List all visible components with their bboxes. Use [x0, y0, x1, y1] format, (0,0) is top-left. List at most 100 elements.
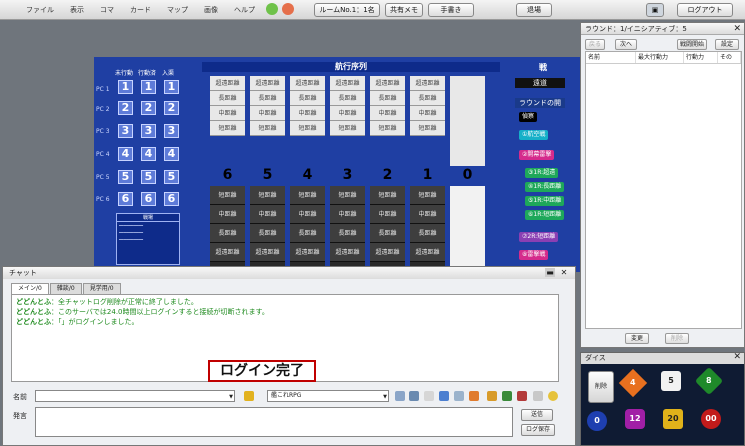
delete-row-button[interactable]: 削除 [665, 333, 689, 344]
sound-icon[interactable] [454, 391, 464, 401]
range-column-dark: 短距離 中距離 長距離 超遠距離 [250, 186, 285, 270]
chat-titlebar[interactable]: チャット ▬ ✕ [3, 267, 575, 279]
tab-main[interactable]: メイン/0 [11, 283, 49, 294]
side-tag: ⑦2R:短距離 [519, 232, 559, 242]
d100-die-icon[interactable]: 00 [701, 409, 721, 429]
menu-card[interactable]: カード [122, 5, 159, 15]
zoom-in-icon[interactable] [266, 3, 278, 15]
tab-chitchat[interactable]: 雑談/0 [49, 283, 82, 294]
save-log-button[interactable]: ログ保存 [521, 424, 555, 436]
chat-log[interactable]: どどんとふ：全チャットログ削除が正常に終了しました。 どどんとふ：このサーバでは… [11, 294, 559, 382]
range-cell: 超遠距離 [210, 243, 245, 262]
pc-slot[interactable]: 6 [141, 192, 156, 206]
pc-slot[interactable]: 1 [141, 80, 156, 94]
range-cell: 短距離 [410, 186, 445, 205]
side-tag: ⑥1R:短距離 [525, 210, 565, 220]
start-battle-button[interactable]: 戦闘開始 [677, 39, 707, 50]
menu-file[interactable]: ファイル [18, 5, 62, 15]
prev-round-button[interactable]: 戻る [585, 39, 605, 50]
pc-slot[interactable]: 2 [141, 101, 156, 115]
pc-slot[interactable]: 4 [164, 147, 179, 161]
range-cell: 中距離 [210, 106, 245, 121]
shared-memo-button[interactable]: 共有メモ [385, 3, 423, 17]
d20-die-icon[interactable]: 20 [663, 409, 683, 429]
legend-box: 戦場 ━━━━━━━━━━ ━━━━━━━━━━ ━━━━━━━━━━ [116, 213, 180, 265]
notepad-icon[interactable] [502, 391, 512, 401]
checkbox-icon[interactable] [424, 391, 434, 401]
d4-die-icon[interactable]: 4 [618, 368, 648, 398]
close-icon[interactable]: ✕ [559, 268, 569, 277]
range-cell: 長距離 [210, 91, 245, 106]
bookmark-icon[interactable] [517, 391, 527, 401]
range-cell: 中距離 [290, 106, 325, 121]
menu-image[interactable]: 画像 [196, 5, 226, 15]
col-name[interactable]: 名前 [586, 52, 636, 63]
col-other[interactable]: その [718, 52, 741, 63]
pc-slot[interactable]: 5 [141, 170, 156, 184]
pc-slot[interactable]: 5 [164, 170, 179, 184]
clock-icon[interactable] [395, 391, 405, 401]
pc-label: PC 3 [96, 128, 110, 135]
range-cell: 短距離 [210, 186, 245, 205]
battle-phase-strip: 戦 遠道 ラウンドの開 偵察 ①航空戦 ②開幕雷撃 ③1R:超遠 ④1R:長距離… [515, 62, 575, 272]
hand-icon[interactable] [487, 391, 497, 401]
pc-slot[interactable]: 4 [141, 147, 156, 161]
tab-observer[interactable]: 見学用/0 [82, 283, 121, 294]
monitor-icon[interactable] [409, 391, 419, 401]
camera-icon[interactable]: ▣ [646, 3, 664, 17]
pc-slot[interactable]: 1 [164, 80, 179, 94]
col-action[interactable]: 行動力 [684, 52, 718, 63]
handwrite-button[interactable]: 手書き [428, 3, 474, 17]
font-icon[interactable] [439, 391, 449, 401]
login-complete-notice: ログイン完了 [208, 360, 316, 382]
pc-slot[interactable]: 3 [118, 124, 133, 138]
message-input[interactable] [35, 407, 513, 437]
leave-button[interactable]: 退場 [516, 3, 552, 17]
dice-titlebar[interactable]: ダイス ✕ [581, 352, 744, 364]
pc-slot[interactable]: 3 [164, 124, 179, 138]
settings-button[interactable]: 設定 [715, 39, 739, 50]
send-button[interactable]: 送信 [521, 409, 553, 421]
pc-slot[interactable]: 1 [118, 80, 133, 94]
logout-button[interactable]: ログアウト [677, 3, 733, 17]
range-cell: 長距離 [290, 224, 325, 243]
pc-slot[interactable]: 3 [141, 124, 156, 138]
range-column: 超遠距離 長距離 中距離 短距離 [250, 76, 285, 136]
menu-map[interactable]: マップ [159, 5, 196, 15]
key-icon[interactable] [244, 391, 254, 401]
palette-icon[interactable] [469, 391, 479, 401]
pc-slot[interactable]: 4 [118, 147, 133, 161]
range-cell: 超遠距離 [330, 243, 365, 262]
change-button[interactable]: 変更 [625, 333, 649, 344]
col-max-action[interactable]: 最大行動力 [636, 52, 684, 63]
pc-slot[interactable]: 6 [164, 192, 179, 206]
close-icon[interactable]: ✕ [733, 352, 741, 363]
next-round-button[interactable]: 次へ [615, 39, 637, 50]
pc-slot[interactable]: 2 [118, 101, 133, 115]
pc-slot[interactable]: 5 [118, 170, 133, 184]
close-icon[interactable]: ✕ [733, 23, 741, 35]
menu-piece[interactable]: コマ [92, 5, 122, 15]
d6-die-icon[interactable]: 5 [661, 371, 681, 391]
name-select[interactable]: ▼ [35, 390, 235, 402]
range-cell: 長距離 [210, 224, 245, 243]
d8-die-icon[interactable]: 8 [694, 366, 724, 396]
room-info-button[interactable]: ルームNo.1：1名 [314, 3, 380, 17]
pc-slot[interactable]: 2 [164, 101, 179, 115]
column-number: 1 [422, 167, 433, 183]
initiative-titlebar[interactable]: ラウンド：1/イニシアティブ：5 ✕ [581, 23, 744, 35]
zoom-out-icon[interactable] [282, 3, 294, 15]
d10-die-icon[interactable]: 0 [587, 411, 607, 431]
dice-clear-button[interactable]: 削除 [588, 371, 614, 403]
smile-icon[interactable] [548, 391, 558, 401]
pc-label: PC 4 [96, 151, 110, 158]
range-cell: 超遠距離 [330, 76, 365, 91]
menu-help[interactable]: ヘルプ [226, 5, 263, 15]
image-icon[interactable] [533, 391, 543, 401]
dice-system-select[interactable]: 艦これRPG ▼ [267, 390, 389, 402]
pc-slot[interactable]: 6 [118, 192, 133, 206]
d12-die-icon[interactable]: 12 [625, 409, 645, 429]
range-column-dark: 短距離 中距離 長距離 超遠距離 [410, 186, 445, 270]
minimize-icon[interactable]: ▬ [545, 268, 555, 277]
menu-view[interactable]: 表示 [62, 5, 92, 15]
